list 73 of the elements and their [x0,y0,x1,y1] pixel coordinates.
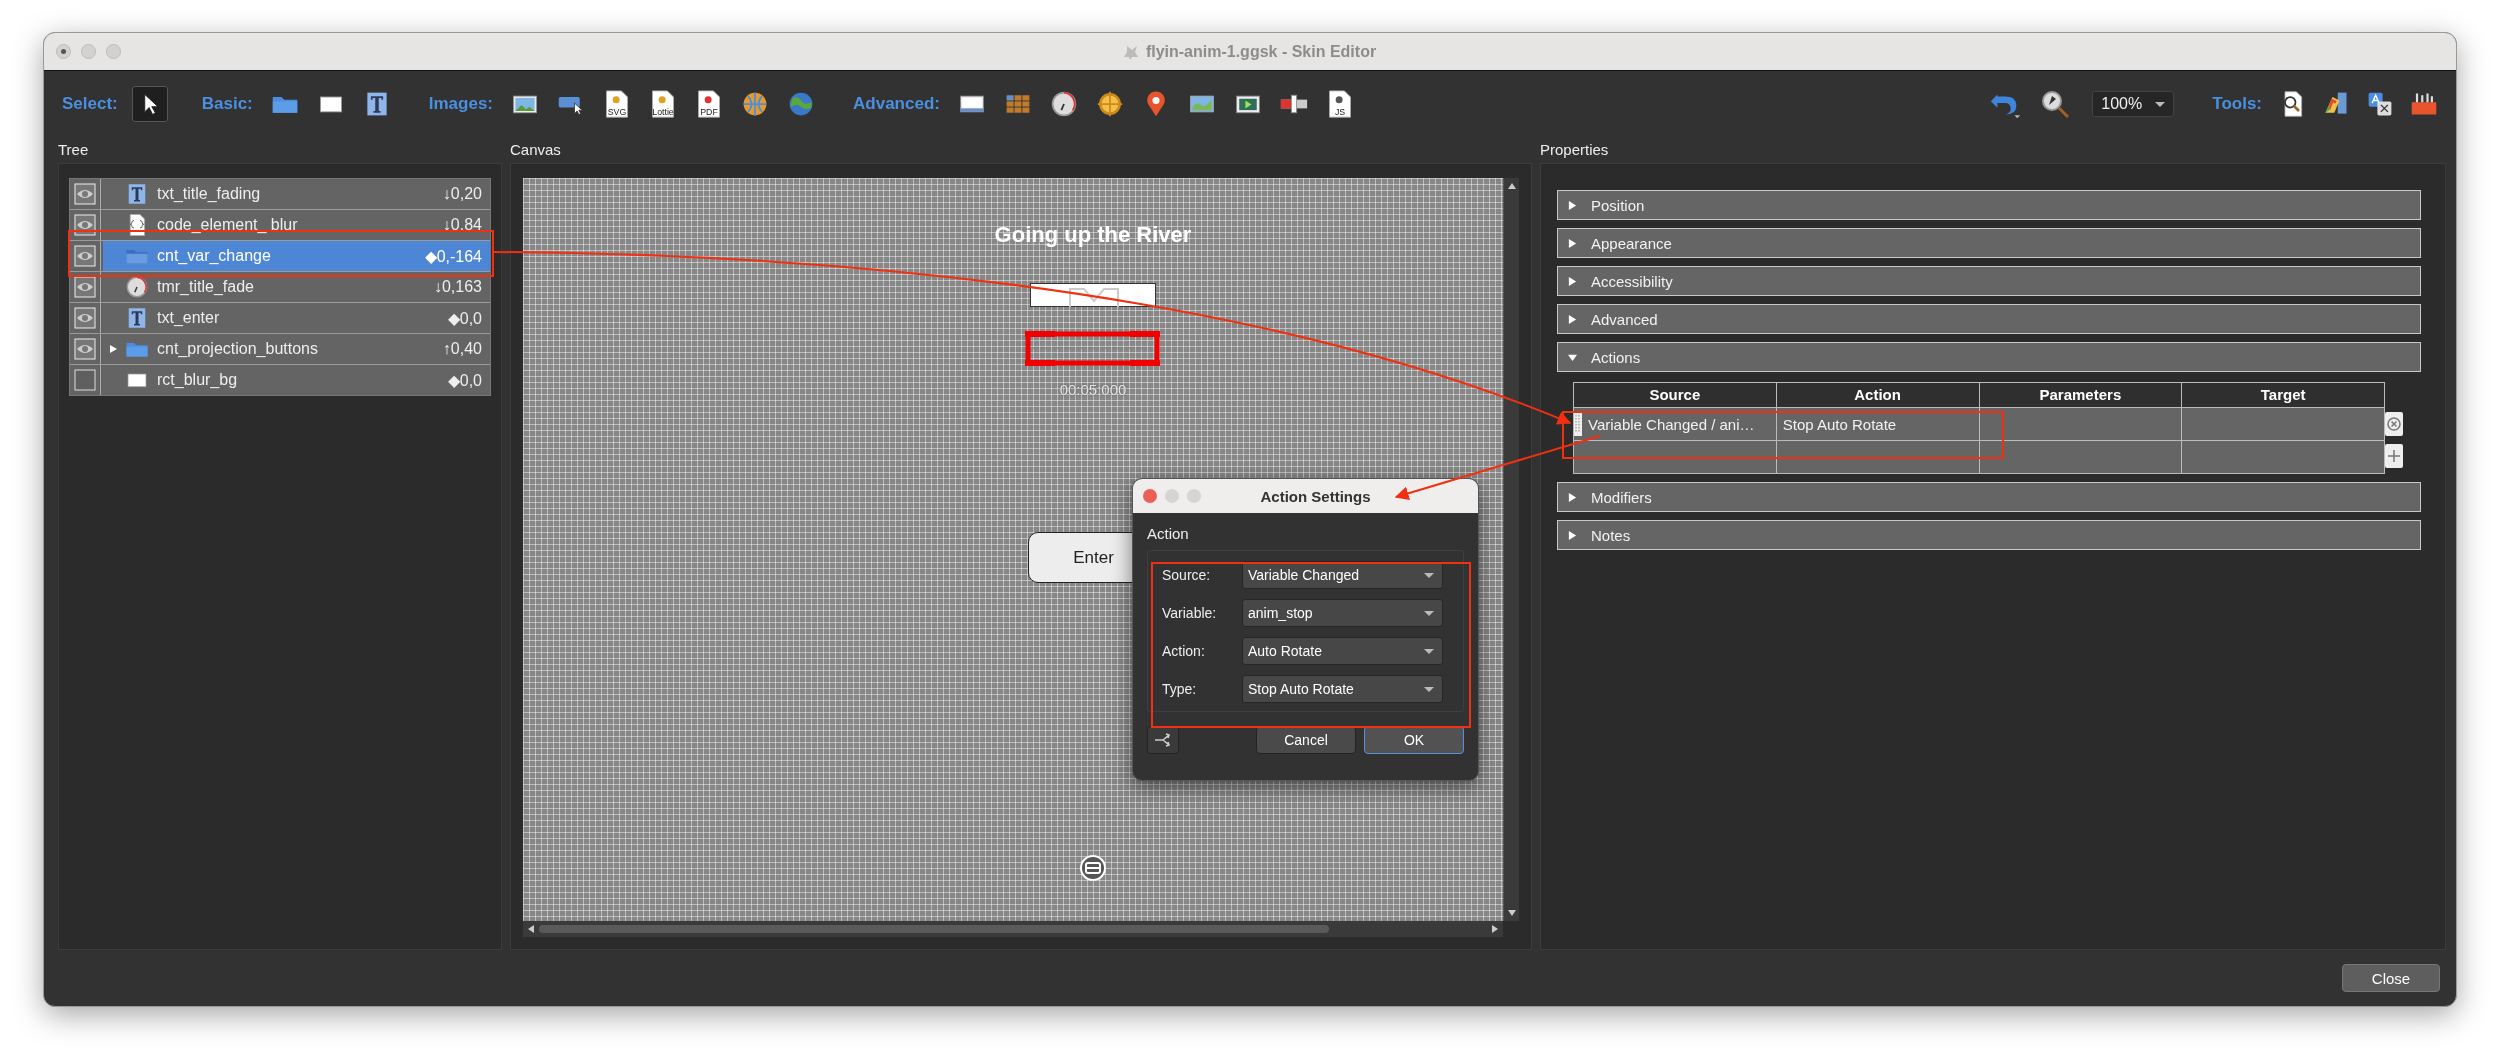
document-icon [1123,43,1140,60]
dropdown[interactable]: Variable Changed [1242,561,1443,589]
field-label: Source: [1162,567,1212,583]
branch-icon[interactable] [1147,726,1179,754]
collapse-triangle-icon [1568,352,1577,362]
horizontal-scrollbar[interactable] [523,921,1503,937]
eye-icon[interactable] [74,338,96,360]
close-window-button[interactable] [56,44,71,59]
table-cell: Stop Auto Rotate [1776,408,1979,440]
expand-triangle-icon [1568,314,1577,324]
dialog-button[interactable]: Cancel [1256,726,1356,754]
dropdown[interactable]: Stop Auto Rotate [1242,675,1443,703]
close-button[interactable]: Close [2342,964,2440,992]
translate-icon [2366,90,2394,118]
dial-icon [1049,90,1078,118]
column-header: Parameters [1979,383,2182,407]
expand-triangle-icon [1568,530,1577,540]
section-header[interactable]: Modifiers [1557,482,2421,512]
timer-text: 00:05:000 [1058,381,1128,398]
selected-tool-button[interactable] [131,86,168,122]
timer-icon [125,275,149,299]
eye-icon[interactable] [74,276,96,298]
remove-row-icon[interactable] [2385,411,2403,437]
scroll-right-icon[interactable] [1491,924,1499,934]
field-label: Variable: [1162,605,1218,621]
section-header[interactable]: Advanced [1557,304,2421,334]
default-button[interactable]: OK [1364,726,1464,754]
projection-icon[interactable] [1079,854,1107,882]
expand-triangle-icon [1568,492,1577,502]
visibility-checkbox[interactable] [74,369,96,391]
zoom-dropdown[interactable]: 100% [2092,91,2175,117]
dropdown[interactable]: Auto Rotate [1242,637,1443,665]
scroll-left-icon[interactable] [527,924,535,934]
scroll-down-icon[interactable] [1506,909,1517,917]
eye-icon[interactable] [74,214,96,236]
column-header: Target [2182,383,2384,407]
toolbar-group-label: Advanced: [853,94,940,114]
selection-frame[interactable] [1025,331,1160,366]
vertical-scrollbar[interactable] [1503,178,1519,921]
eye-icon[interactable] [74,307,96,329]
window-title: flyin-anim-1.ggsk - Skin Editor [1145,42,1377,61]
column-header: Source [1574,383,1776,407]
panel-title: Tree [58,140,90,160]
canvas-heading: Going up the River [993,222,1193,248]
panel-title: Canvas [510,140,562,160]
eye-icon[interactable] [74,183,96,205]
toolbar-group-label: Basic: [201,94,253,114]
section-header[interactable]: Actions [1557,342,2421,372]
source-text: Variable Changed / ani… [1588,415,1755,433]
expand-triangle-icon [1568,276,1577,286]
drag-handle-icon[interactable] [1574,412,1582,436]
expand-triangle-icon [1568,200,1577,210]
section-header[interactable]: Appearance [1557,228,2421,258]
section-header[interactable]: Position [1557,190,2421,220]
eye-icon[interactable] [74,245,96,267]
section-header[interactable]: Accessibility [1557,266,2421,296]
toolbar-group-label: Select: [62,94,118,114]
column-header: Action [1776,383,1979,407]
expand-triangle-icon[interactable] [108,344,118,354]
dialog-title: Action Settings [1259,487,1372,505]
crosshair-icon [1095,90,1124,118]
expand-triangle-icon [1568,238,1577,248]
add-row-icon[interactable] [2385,443,2403,469]
field-label: Type: [1162,681,1198,697]
scroll-up-icon[interactable] [1506,182,1517,190]
section-header[interactable]: Notes [1557,520,2421,550]
field-label: Action: [1162,643,1206,659]
close-window-button[interactable] [1143,489,1157,503]
toolbar-group-label: Images: [428,94,494,114]
toolbar-group-label: Tools: [2212,94,2262,114]
tree-item[interactable]: cnt_var_change ◆0,-164 [103,241,490,271]
dropdown[interactable]: anim_stop [1242,599,1443,627]
panel-title: Properties [1540,140,1610,160]
